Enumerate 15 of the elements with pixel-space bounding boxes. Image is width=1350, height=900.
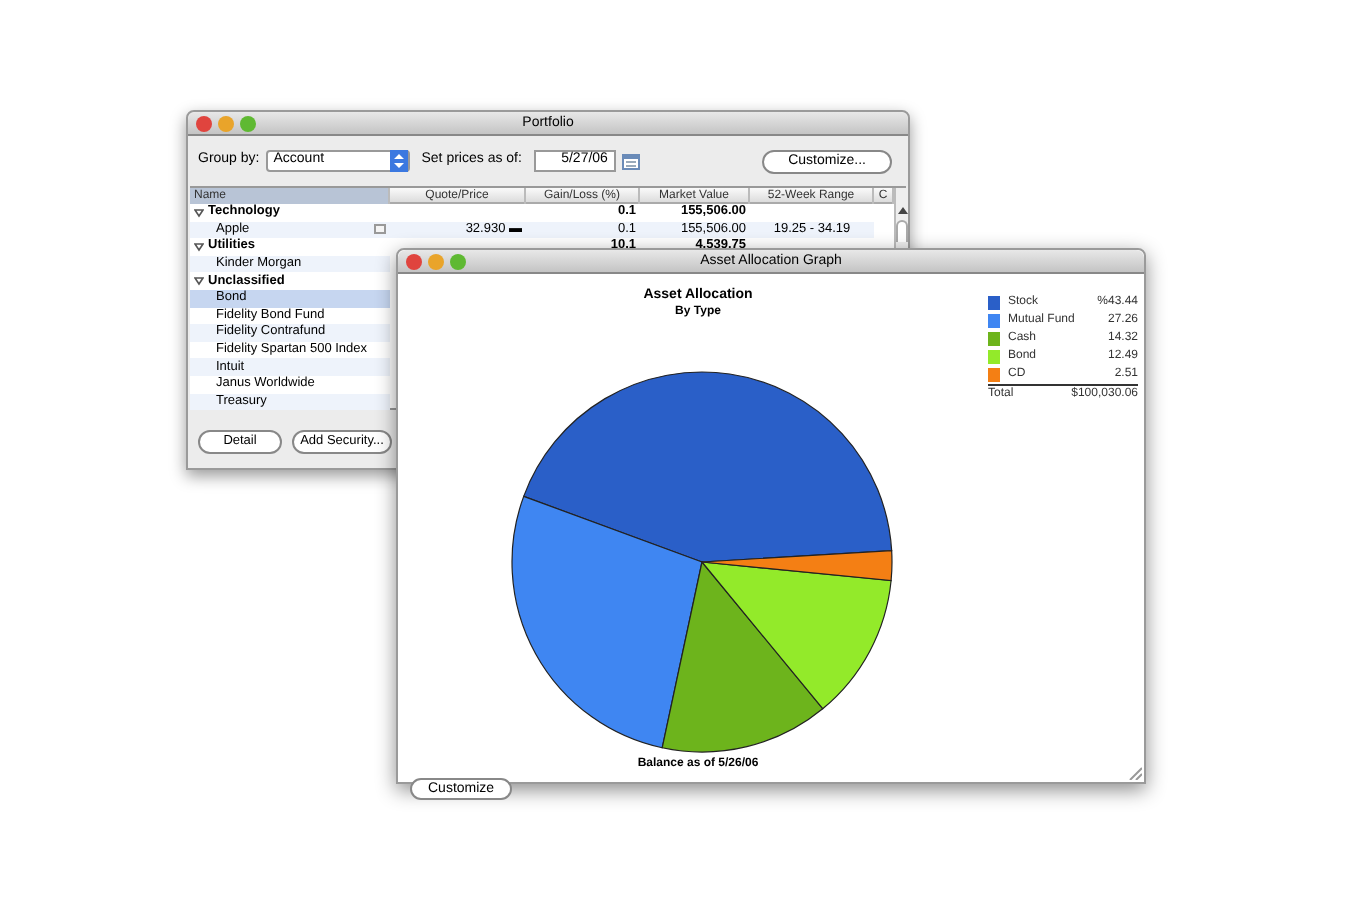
calendar-icon[interactable]: [621, 153, 640, 169]
close-button[interactable]: [196, 115, 212, 131]
minimize-button[interactable]: [218, 115, 234, 131]
note-icon[interactable]: [374, 224, 386, 235]
close-button[interactable]: [406, 253, 422, 269]
minimize-button[interactable]: [428, 253, 444, 269]
disclosure-triangle-icon[interactable]: [194, 276, 204, 287]
disclosure-triangle-icon[interactable]: [194, 207, 204, 218]
dropdown-arrows-icon: [389, 150, 408, 172]
resize-grip-icon[interactable]: [1128, 766, 1142, 780]
zoom-button[interactable]: [450, 253, 466, 269]
zoom-button[interactable]: [240, 115, 256, 131]
disclosure-triangle-icon[interactable]: [194, 241, 204, 252]
scroll-thumb[interactable]: [896, 220, 908, 242]
scroll-up-arrow-icon[interactable]: [897, 206, 907, 216]
